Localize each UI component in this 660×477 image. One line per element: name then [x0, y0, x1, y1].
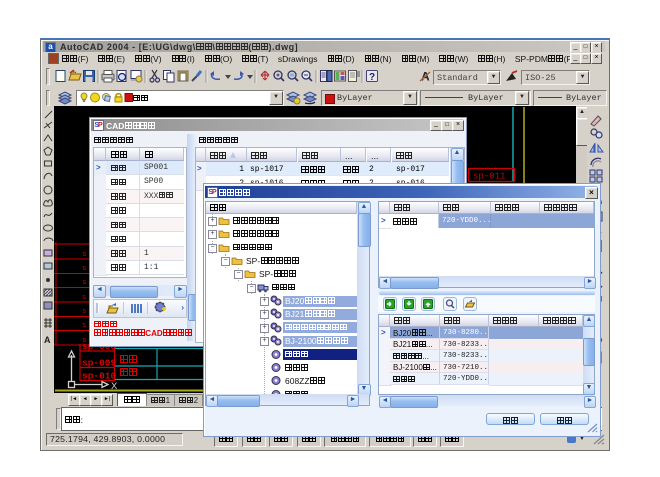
svg-text:sp-010: sp-010 [82, 371, 117, 382]
svg-text:s: s [82, 322, 87, 330]
svg-text:s: s [82, 265, 87, 273]
svg-text:sp-011: sp-011 [473, 172, 505, 182]
svg-text:s: s [82, 308, 87, 316]
svg-text:?: ? [369, 72, 375, 83]
svg-text:s: s [82, 294, 87, 302]
svg-text:s: s [82, 251, 87, 259]
svg-text:sp-009: sp-009 [82, 358, 117, 369]
svg-text:s: s [82, 279, 87, 287]
svg-text:A: A [44, 335, 51, 345]
